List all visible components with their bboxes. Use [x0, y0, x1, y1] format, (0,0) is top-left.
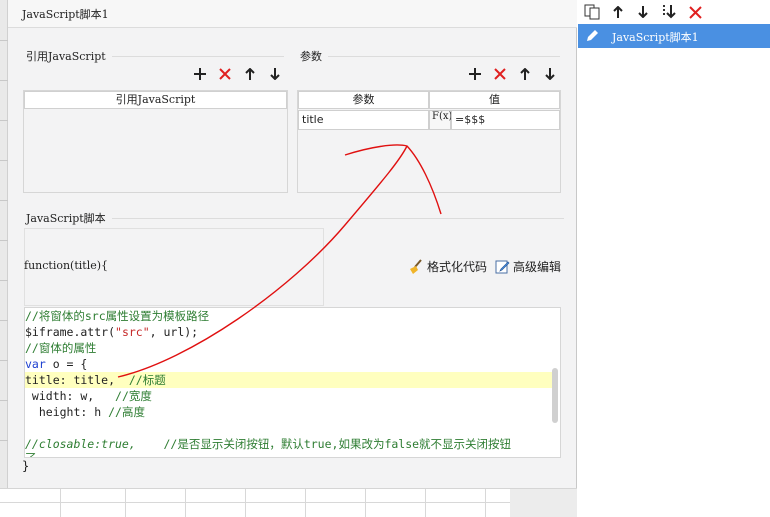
- arrow-down-icon: [638, 6, 648, 18]
- ref-move-up-button[interactable]: [241, 65, 259, 83]
- delete-x-icon: [688, 5, 702, 19]
- code-line-4: var o = {: [25, 357, 88, 371]
- param-value-cell[interactable]: =$$$: [451, 110, 560, 130]
- formula-button[interactable]: F(x): [429, 110, 453, 130]
- copy-button[interactable]: [583, 3, 601, 21]
- edit-pencil-icon: [587, 30, 598, 41]
- arrow-up-icon: [520, 68, 530, 80]
- plus-icon: [194, 68, 206, 80]
- ref-move-down-button[interactable]: [266, 65, 284, 83]
- param-name-cell[interactable]: title: [298, 110, 429, 130]
- param-move-up-button[interactable]: [516, 65, 534, 83]
- arrow-up-icon: [613, 6, 623, 18]
- function-signature: function(title){: [24, 259, 109, 272]
- code-line-10: 了: [25, 451, 37, 458]
- list-move-up-button[interactable]: [609, 3, 627, 21]
- ref-table: 引用JavaScript: [23, 90, 288, 193]
- list-delete-button[interactable]: [686, 3, 704, 21]
- script-section-label: JavaScript脚本: [26, 212, 106, 225]
- script-list-panel: JavaScript脚本1: [577, 0, 770, 516]
- move-to-bottom-icon: [663, 5, 676, 19]
- broom-icon: [410, 258, 422, 274]
- param-section-label: 参数: [300, 50, 322, 63]
- code-line-2: $iframe.attr("src", url);: [25, 325, 199, 339]
- arrow-up-icon: [245, 68, 255, 80]
- code-editor[interactable]: //将窗体的src属性设置为模板路径 $iframe.attr("src", u…: [24, 307, 561, 458]
- advanced-edit-label: 高级编辑: [513, 260, 562, 274]
- param-table: 参数 值 title F(x) =$$$: [297, 90, 561, 193]
- code-line-3: //窗体的属性: [25, 341, 97, 355]
- param-move-down-button[interactable]: [541, 65, 559, 83]
- param-value-header: 值: [429, 91, 560, 109]
- ref-delete-button[interactable]: [216, 65, 234, 83]
- arrow-down-icon: [270, 68, 280, 80]
- code-line-1: //将窗体的src属性设置为模板路径: [25, 309, 210, 323]
- copy-icon: [584, 4, 600, 20]
- background-spreadsheet-grid: [0, 488, 577, 517]
- ref-section-label: 引用JavaScript: [26, 50, 106, 63]
- ref-add-button[interactable]: [191, 65, 209, 83]
- delete-x-icon: [219, 68, 231, 80]
- advanced-edit-button[interactable]: 高级编辑: [495, 258, 561, 275]
- format-code-button[interactable]: 格式化代码: [408, 258, 487, 275]
- list-move-bottom-button[interactable]: [660, 3, 678, 21]
- ref-column-header: 引用JavaScript: [24, 91, 287, 109]
- param-add-button[interactable]: [466, 65, 484, 83]
- javascript-dialog: JavaScript脚本1 引用JavaScript 引用JavaScript …: [8, 0, 577, 488]
- arrow-down-icon: [545, 68, 555, 80]
- delete-x-icon: [494, 68, 506, 80]
- script-list-item-selected[interactable]: JavaScript脚本1: [578, 24, 770, 48]
- param-name-header: 参数: [298, 91, 429, 109]
- format-code-label: 格式化代码: [427, 260, 488, 274]
- edit-pencil-icon: [495, 260, 510, 274]
- list-move-down-button[interactable]: [634, 3, 652, 21]
- param-delete-button[interactable]: [491, 65, 509, 83]
- dialog-title: JavaScript脚本1: [22, 8, 109, 21]
- code-line-5-highlighted: title: title, //标题: [25, 372, 552, 388]
- code-line-6: width: w, //宽度: [25, 389, 152, 403]
- plus-icon: [469, 68, 481, 80]
- script-list-item-label: JavaScript脚本1: [612, 31, 699, 44]
- code-line-9: //closable:true, //是否显示关闭按钮，默认true,如果改为f…: [25, 437, 512, 451]
- left-edge-strip: [0, 0, 8, 516]
- code-scrollbar[interactable]: [552, 368, 558, 423]
- script-list-toolbar: [577, 0, 770, 24]
- formula-icon: F(x): [432, 111, 453, 122]
- code-line-7: height: h //高度: [25, 405, 145, 419]
- dialog-title-bar: JavaScript脚本1: [8, 0, 577, 28]
- function-closing-brace: }: [22, 459, 30, 473]
